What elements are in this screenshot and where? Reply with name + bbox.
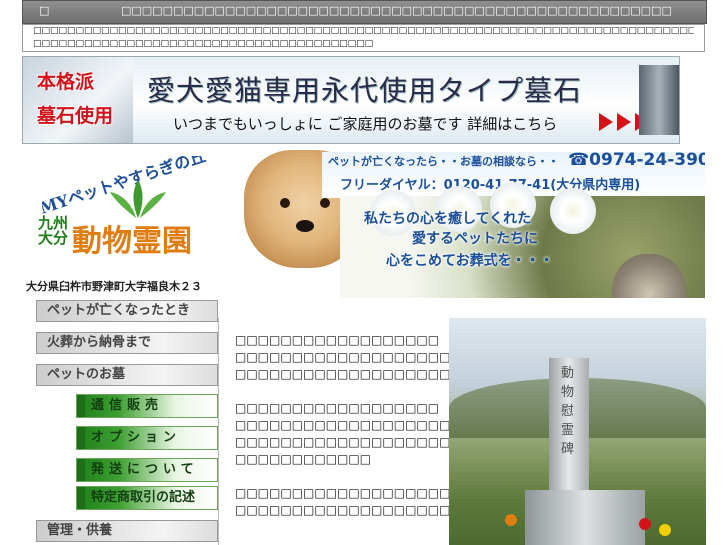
paragraph-3: □□□□□□□□□□□□□□□□□□□□□□□□□□□□□□□□□□□□ □□□…: [235, 486, 644, 517]
puppy-eye: [280, 198, 290, 208]
address: 大分県臼杵市野津町大字福良木２３: [26, 280, 202, 293]
contact-note: ペットが亡くなったら・・お墓の相談なら・・: [328, 155, 559, 168]
banner-label-authentic: 本格派: [37, 71, 95, 93]
main-text: □□□□□□□□□□□□□□□□□□ □□□□□□□□□□□□□□□□□□□□ …: [235, 332, 644, 536]
tagline-1: 私たちの心を癒してくれた: [364, 211, 532, 227]
logo-region: 九州 大分: [38, 214, 69, 247]
nav-sub-mail-order[interactable]: 通信販売: [76, 394, 218, 418]
puppy-nose: [296, 220, 314, 232]
nav-item-when-pet-dies[interactable]: ペットが亡くなったとき: [36, 300, 218, 322]
paragraph-2: □□□□□□□□□□□□□□□□□□ □□□□□□□□□□□□□□□□□□□□□…: [235, 401, 576, 466]
intro-line-1: □□□□□□□□□□□□□□□□□□□□□□□□□□□□□□□□□□□□□□□□…: [33, 26, 694, 36]
intro-text: □□□□□□□□□□□□□□□□□□□□□□□□□□□□□□□□□□□□□□□□…: [22, 24, 705, 52]
tombstone-promo-banner[interactable]: 本格派 墓石使用 愛犬愛猫専用永代使用タイプ墓石 いつまでもいっしょに ご家庭用…: [22, 56, 680, 144]
leaf-logo-icon: [110, 180, 166, 218]
nav-sub-shipping[interactable]: 発送について: [76, 458, 218, 482]
logo-name: 九州 大分 動物霊園: [38, 214, 193, 260]
phone-number[interactable]: ☎0974-24-3900: [568, 150, 705, 170]
tagline-3: 心をこめてお葬式を・・・: [386, 253, 554, 269]
main-content: □□□□□□□□□□□□□□□□□□ □□□□□□□□□□□□□□□□□□□□ …: [218, 318, 706, 545]
memorial-stone-photo: 動物慰霊碑: [449, 318, 706, 545]
paragraph-1: □□□□□□□□□□□□□□□□□□ □□□□□□□□□□□□□□□□□□□□ …: [235, 333, 462, 381]
memorial-base: [525, 490, 645, 545]
nav-sub-commercial-law[interactable]: 特定商取引の記述: [76, 486, 218, 510]
banner-label-stone: 墓石使用: [37, 105, 114, 127]
nav-sub-options[interactable]: オプション: [76, 426, 218, 450]
flower: [550, 188, 596, 234]
site-header: MYペットやすらぎの丘 九州 大分 動物霊園 大分県臼杵市野津町大字福良木２３ ペッ…: [22, 150, 705, 298]
page-title: □□□□□□□□□□□□□□□□□□□□□□□□□□□□□□□□□□□□□□□□…: [121, 4, 672, 17]
banner-headline: 愛犬愛猫専用永代使用タイプ墓石: [147, 74, 583, 107]
nav-item-management[interactable]: 管理・供養: [36, 520, 218, 542]
nav-item-cremation[interactable]: 火葬から納骨まで: [36, 332, 218, 354]
page-icon: □: [39, 4, 50, 17]
flower-offering: [505, 514, 517, 526]
tagline-2: 愛するペットたちに: [412, 231, 538, 247]
intro-line-2: □□□□□□□□□□□□□□□□□□□□□□□□□□□□□□□□□□□□□□□□: [33, 39, 374, 49]
page-title-bar: □ □□□□□□□□□□□□□□□□□□□□□□□□□□□□□□□□□□□□□□…: [22, 0, 707, 24]
flower-offering: [659, 524, 671, 536]
puppy-eye: [320, 198, 330, 208]
banner-tombstone-image: [639, 65, 679, 135]
nav-item-pet-grave[interactable]: ペットのお墓: [36, 364, 218, 386]
banner-subtext: いつまでもいっしょに ご家庭用のお墓です 詳細はこちら: [173, 115, 558, 133]
flower-offering: [639, 518, 651, 530]
memorial-engraving: 動物慰霊碑: [561, 366, 575, 457]
